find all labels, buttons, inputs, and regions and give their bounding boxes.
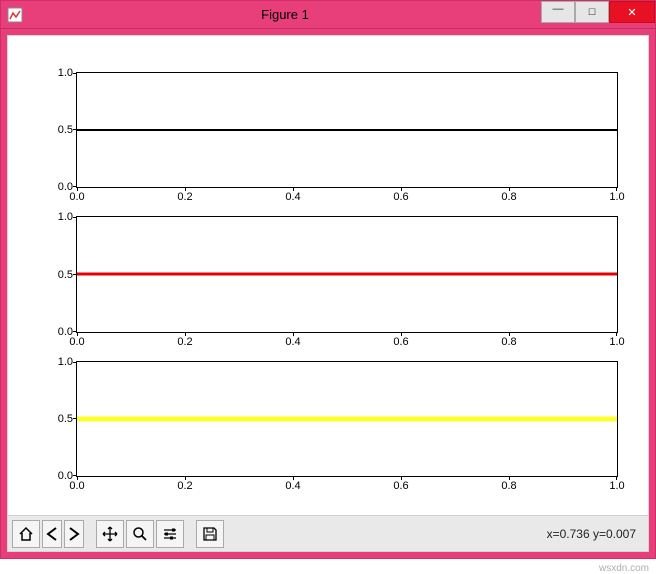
subplot-grid: 0.0 0.5 1.0 0.0 0.2 0.4 0.6 0.8 1.0: [76, 72, 618, 477]
xtick-label: 0.8: [501, 191, 516, 203]
xtick-label: 0.0: [69, 480, 84, 492]
arrow-left-icon: [44, 526, 60, 542]
move-icon: [102, 526, 118, 542]
xtick-label: 0.6: [393, 336, 408, 348]
save-icon: [202, 526, 218, 542]
x-axis-ticks: 0.0 0.2 0.4 0.6 0.8 1.0: [77, 480, 617, 494]
configure-button[interactable]: [156, 520, 184, 548]
home-button[interactable]: [12, 520, 40, 548]
xtick-label: 0.0: [69, 191, 84, 203]
ytick-label: 1.0: [45, 67, 73, 79]
xtick-label: 0.4: [285, 191, 300, 203]
xtick-label: 1.0: [609, 336, 624, 348]
ytick-label: 0.5: [45, 124, 73, 136]
xtick-label: 1.0: [609, 480, 624, 492]
ytick-label: 0.5: [45, 269, 73, 281]
xtick-label: 0.2: [177, 191, 192, 203]
subplot-2[interactable]: 0.0 0.5 1.0 0.0 0.2 0.4 0.6 0.8 1.0: [76, 216, 618, 332]
close-button[interactable]: ✕: [609, 1, 655, 23]
ytick-label: 1.0: [45, 211, 73, 223]
xtick-label: 0.6: [393, 191, 408, 203]
xtick-label: 0.2: [177, 336, 192, 348]
xtick-label: 0.4: [285, 336, 300, 348]
subplot-3[interactable]: 0.0 0.5 1.0 0.0 0.2 0.4 0.6 0.8 1.0: [76, 361, 618, 477]
maximize-button[interactable]: ☐: [575, 1, 609, 23]
x-axis-ticks: 0.0 0.2 0.4 0.6 0.8 1.0: [77, 336, 617, 350]
titlebar[interactable]: Figure 1 — ☐ ✕: [1, 1, 655, 29]
y-axis-ticks: 0.0 0.5 1.0: [45, 362, 73, 476]
ytick-label: 0.5: [45, 413, 73, 425]
window-title: Figure 1: [29, 1, 541, 28]
zoom-icon: [132, 526, 148, 542]
inner-frame: 0.0 0.5 1.0 0.0 0.2 0.4 0.6 0.8 1.0: [7, 35, 649, 552]
line-series-yellow: [77, 416, 617, 421]
home-icon: [18, 526, 34, 542]
zoom-button[interactable]: [126, 520, 154, 548]
xtick-label: 0.0: [69, 336, 84, 348]
xtick-label: 0.8: [501, 336, 516, 348]
xtick-label: 0.6: [393, 480, 408, 492]
line-series-black: [77, 129, 617, 131]
back-button[interactable]: [42, 520, 62, 548]
nav-toolbar: x=0.736 y=0.007: [8, 515, 648, 551]
watermark-text: wsxdn.com: [599, 563, 649, 574]
pan-button[interactable]: [96, 520, 124, 548]
figure-window: Figure 1 — ☐ ✕ 0.0 0.5 1.0 0.0: [0, 0, 656, 559]
line-series-red: [77, 273, 617, 276]
app-icon: [1, 1, 29, 28]
xtick-label: 0.8: [501, 480, 516, 492]
forward-button[interactable]: [64, 520, 84, 548]
sliders-icon: [162, 526, 178, 542]
xtick-label: 1.0: [609, 191, 624, 203]
save-button[interactable]: [196, 520, 224, 548]
ytick-label: 1.0: [45, 356, 73, 368]
minimize-button[interactable]: —: [541, 1, 575, 23]
subplot-1[interactable]: 0.0 0.5 1.0 0.0 0.2 0.4 0.6 0.8 1.0: [76, 72, 618, 188]
y-axis-ticks: 0.0 0.5 1.0: [45, 73, 73, 187]
xtick-label: 0.4: [285, 480, 300, 492]
cursor-coordinates: x=0.736 y=0.007: [547, 527, 636, 541]
xtick-label: 0.2: [177, 480, 192, 492]
x-axis-ticks: 0.0 0.2 0.4 0.6 0.8 1.0: [77, 191, 617, 205]
plot-canvas[interactable]: 0.0 0.5 1.0 0.0 0.2 0.4 0.6 0.8 1.0: [8, 36, 648, 515]
arrow-right-icon: [66, 526, 82, 542]
y-axis-ticks: 0.0 0.5 1.0: [45, 217, 73, 331]
window-buttons: — ☐ ✕: [541, 1, 655, 28]
